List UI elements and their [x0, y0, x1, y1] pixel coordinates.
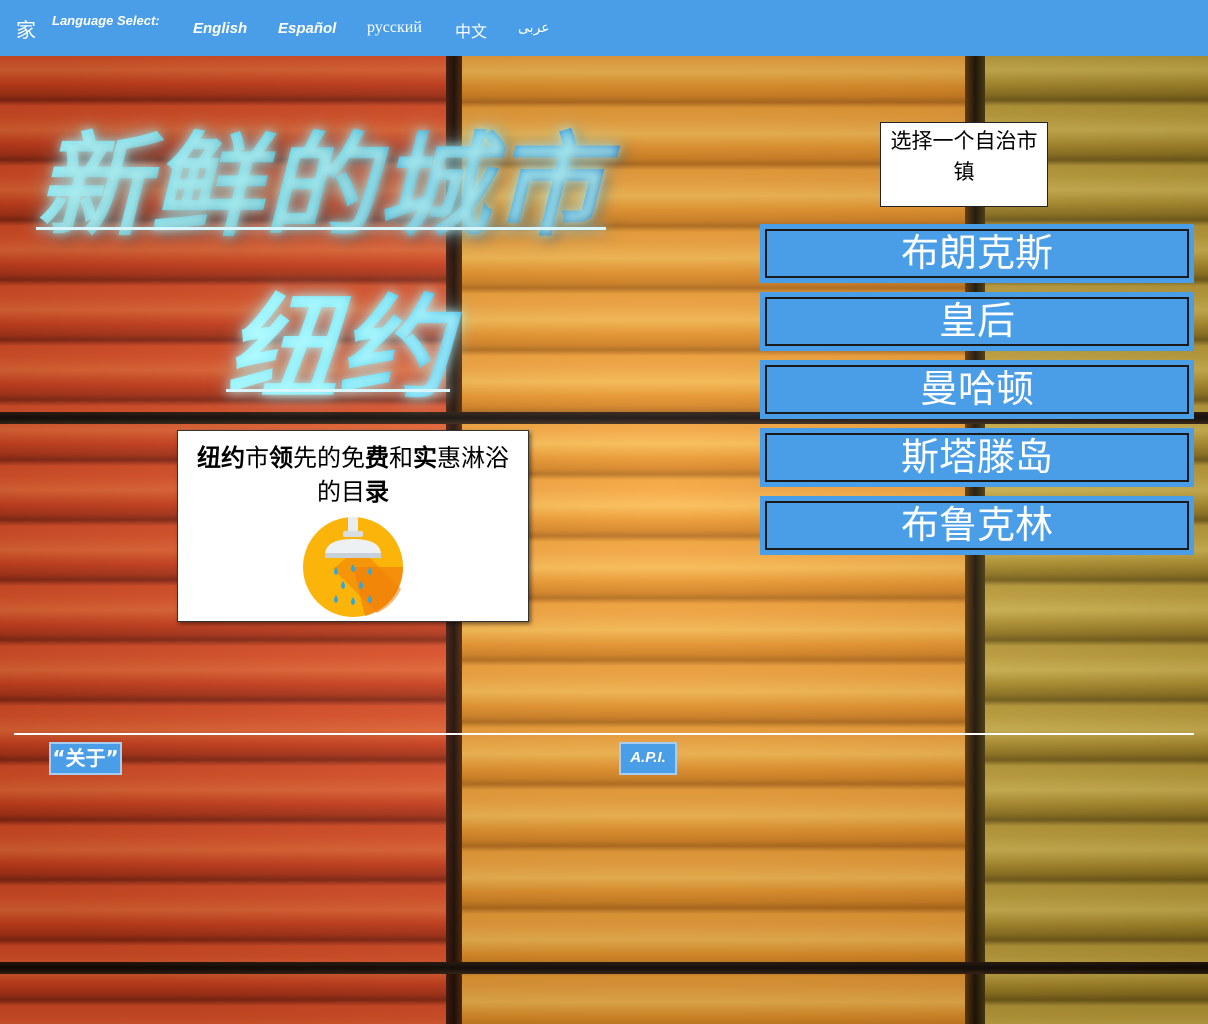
borough-button-bronx[interactable]: 布朗克斯	[760, 224, 1194, 283]
intro-text: 纽约市领先的免费和实惠淋浴的目录	[197, 444, 509, 506]
api-button[interactable]: A.P.I.	[619, 742, 677, 775]
hero-subtitle: 纽约	[226, 280, 516, 418]
intro-card: 纽约市领先的免费和实惠淋浴的目录	[177, 430, 529, 622]
borough-label: 斯塔滕岛	[900, 435, 1053, 479]
lang-link-chinese[interactable]: 中文	[455, 18, 487, 42]
borough-button-staten-island[interactable]: 斯塔滕岛	[760, 428, 1194, 487]
borough-label: 布朗克斯	[900, 231, 1053, 275]
borough-label: 皇后	[938, 299, 1015, 343]
home-link[interactable]: 家	[16, 14, 36, 43]
language-select-label: Language Select:	[52, 13, 160, 28]
borough-list: 布朗克斯 皇后 曼哈顿 斯塔滕岛 布鲁克林	[760, 224, 1194, 564]
top-nav-bar: 家 Language Select: English Español русск…	[0, 0, 1208, 56]
about-button[interactable]: “关于”	[49, 742, 122, 775]
borough-button-manhattan[interactable]: 曼哈顿	[760, 360, 1194, 419]
lang-link-arabic[interactable]: عربى	[518, 20, 550, 37]
lang-link-english[interactable]: English	[193, 20, 247, 37]
borough-label: 布鲁克林	[900, 503, 1053, 547]
borough-label: 曼哈顿	[919, 367, 1034, 411]
borough-button-brooklyn[interactable]: 布鲁克林	[760, 496, 1194, 555]
hero-title: 新鲜的城市	[36, 118, 696, 256]
select-borough-label: 选择一个自治市镇	[880, 122, 1048, 207]
lang-link-espanol[interactable]: Español	[278, 20, 336, 37]
lang-link-russian[interactable]: русский	[367, 19, 422, 37]
shower-icon[interactable]	[303, 517, 403, 617]
borough-button-queens[interactable]: 皇后	[760, 292, 1194, 351]
footer-divider	[14, 733, 1194, 735]
